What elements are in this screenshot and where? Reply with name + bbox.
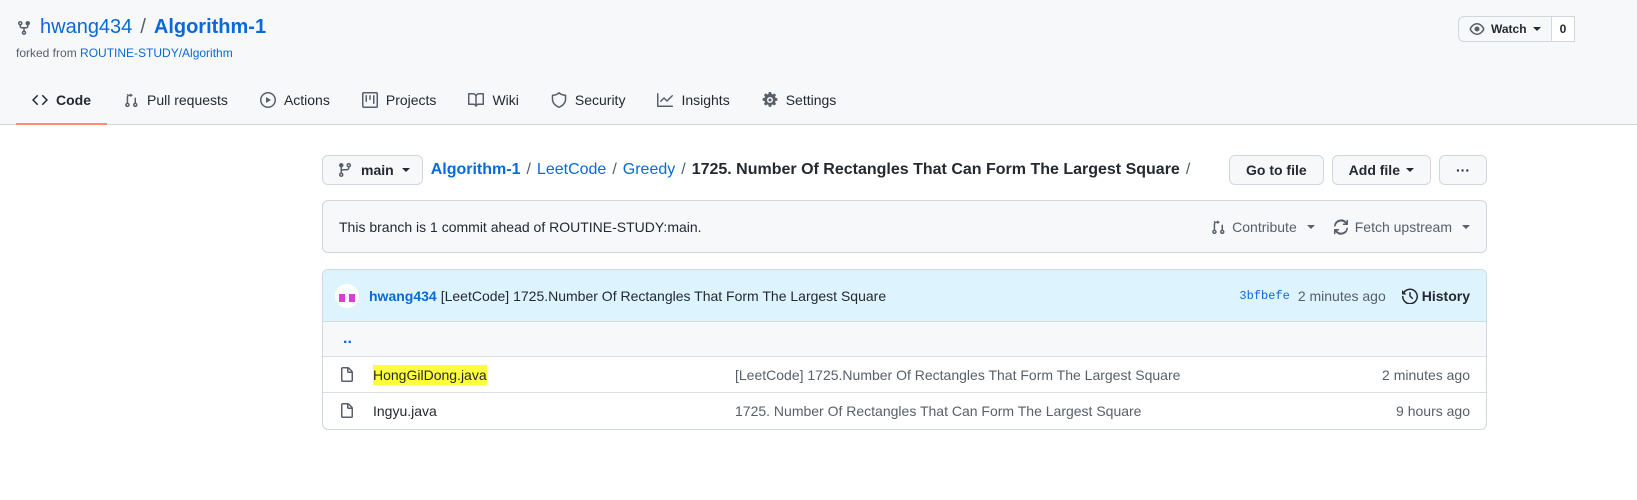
file-name-link[interactable]: Ingyu.java [373, 403, 735, 419]
breadcrumb-repo-link[interactable]: Algorithm-1 [431, 161, 521, 179]
shield-icon [551, 92, 567, 108]
tab-label: Projects [385, 92, 437, 108]
watch-count[interactable]: 0 [1551, 16, 1576, 42]
graph-icon [657, 93, 674, 107]
file-name-text: Ingyu.java [373, 403, 437, 419]
commit-sha-link[interactable]: 3bfbefe [1239, 289, 1289, 303]
contribute-label: Contribute [1232, 218, 1297, 235]
code-icon [32, 94, 48, 106]
tab-label: Settings [785, 92, 837, 108]
breadcrumb: Algorithm-1 / LeetCode / Greedy / 1725. … [431, 161, 1191, 179]
avatar[interactable] [335, 283, 359, 308]
eye-icon [1469, 23, 1485, 35]
tab-label: Security [574, 92, 626, 108]
fetch-upstream-label: Fetch upstream [1354, 218, 1452, 235]
branch-status-text: This branch is 1 commit ahead of ROUTINE… [339, 218, 702, 235]
file-icon [341, 403, 353, 418]
repo-header: hwang434 / Algorithm-1 forked from ROUTI… [0, 0, 1637, 125]
sync-icon [1333, 218, 1348, 235]
branch-status-box: This branch is 1 commit ahead of ROUTINE… [322, 200, 1487, 253]
tab-wiki[interactable]: Wiki [452, 77, 534, 125]
main-content: main Algorithm-1 / LeetCode / Greedy / 1… [322, 155, 1487, 430]
play-icon [259, 92, 276, 108]
repo-title: hwang434 / Algorithm-1 [16, 16, 266, 39]
breadcrumb-separator: / [612, 161, 617, 178]
forked-from-link[interactable]: ROUTINE-STUDY/Algorithm [80, 46, 233, 60]
pull-request-icon [125, 93, 138, 108]
watch-label: Watch [1491, 22, 1527, 36]
tab-projects[interactable]: Projects [346, 77, 453, 125]
file-name-text: HongGilDong.java [373, 364, 487, 385]
tab-label: Insights [681, 92, 730, 108]
repo-name-link[interactable]: Algorithm-1 [154, 16, 266, 39]
breadcrumb-separator: / [1185, 161, 1191, 178]
gear-icon [762, 92, 778, 107]
repo-forked-icon [18, 20, 30, 35]
pull-request-icon [1212, 220, 1225, 234]
file-list: hwang434 [LeetCode] 1725.Number Of Recta… [322, 269, 1487, 430]
file-commit-message[interactable]: 1725. Number Of Rectangles That Can Form… [735, 403, 1396, 419]
add-file-button[interactable]: Add file [1331, 155, 1431, 185]
tab-label: Pull requests [147, 92, 228, 108]
chevron-down-icon [401, 168, 410, 172]
chevron-down-icon [1406, 168, 1414, 172]
breadcrumb-current-folder: 1725. Number Of Rectangles That Can Form… [691, 161, 1180, 178]
branch-status-actions: Contribute Fetch upstream [1210, 219, 1470, 235]
commit-author-link[interactable]: hwang434 [369, 288, 437, 304]
branch-select-button[interactable]: main [322, 155, 423, 185]
toolbar-actions: Go to file Add file ··· [1228, 155, 1487, 185]
file-age: 2 minutes ago [1382, 366, 1470, 383]
tab-code[interactable]: Code [16, 77, 107, 125]
history-icon [1401, 288, 1418, 304]
table-row[interactable]: HongGilDong.java [LeetCode] 1725.Number … [323, 357, 1486, 393]
watch-button[interactable]: Watch [1458, 16, 1552, 42]
git-branch-icon [339, 162, 351, 178]
fetch-upstream-dropdown[interactable]: Fetch upstream [1333, 219, 1470, 235]
file-toolbar: main Algorithm-1 / LeetCode / Greedy / 1… [322, 155, 1487, 185]
tab-label: Actions [283, 92, 330, 108]
commit-time: 2 minutes ago [1297, 287, 1386, 304]
tab-settings[interactable]: Settings [746, 77, 853, 125]
repo-owner-link[interactable]: hwang434 [40, 16, 132, 39]
contribute-dropdown[interactable]: Contribute [1210, 219, 1315, 235]
chevron-down-icon [1462, 224, 1470, 229]
history-link[interactable]: History [1401, 287, 1470, 304]
tab-label: Wiki [492, 92, 519, 108]
history-label: History [1421, 287, 1470, 304]
forked-from-text: forked from ROUTINE-STUDY/Algorithm [16, 46, 233, 60]
watch-control: Watch 0 [1458, 16, 1576, 42]
tab-actions[interactable]: Actions [244, 77, 346, 125]
project-icon [361, 92, 378, 108]
more-options-button[interactable]: ··· [1439, 155, 1487, 185]
branch-name: main [361, 162, 394, 178]
forked-from-prefix: forked from [16, 46, 77, 60]
breadcrumb-greedy-link[interactable]: Greedy [623, 161, 675, 179]
commit-message-link[interactable]: [LeetCode] 1725.Number Of Rectangles Tha… [441, 288, 886, 304]
tab-pull-requests[interactable]: Pull requests [107, 77, 244, 125]
chevron-down-icon [1306, 224, 1315, 229]
parent-directory-link[interactable]: .. [323, 322, 1486, 357]
commit-meta: 3bfbefe 2 minutes ago History [1239, 288, 1470, 304]
breadcrumb-leetcode-link[interactable]: LeetCode [537, 161, 606, 179]
latest-commit-bar: hwang434 [LeetCode] 1725.Number Of Recta… [323, 270, 1486, 322]
book-icon [468, 93, 485, 107]
repo-nav: Code Pull requests Actions Projects Wiki… [16, 77, 852, 125]
file-name-link[interactable]: HongGilDong.java [373, 364, 735, 385]
file-icon [341, 366, 353, 382]
tab-label: Code [56, 92, 91, 108]
go-to-file-button[interactable]: Go to file [1228, 155, 1324, 185]
file-commit-message[interactable]: [LeetCode] 1725.Number Of Rectangles Tha… [735, 367, 1382, 383]
breadcrumb-separator: / [681, 161, 686, 178]
file-age: 9 hours ago [1396, 403, 1470, 419]
repo-title-separator: / [140, 16, 146, 38]
table-row[interactable]: Ingyu.java 1725. Number Of Rectangles Th… [323, 393, 1486, 429]
add-file-label: Add file [1348, 162, 1400, 178]
breadcrumb-separator: / [526, 161, 531, 178]
tab-insights[interactable]: Insights [641, 77, 745, 125]
tab-security[interactable]: Security [535, 77, 642, 125]
chevron-down-icon [1532, 27, 1541, 31]
